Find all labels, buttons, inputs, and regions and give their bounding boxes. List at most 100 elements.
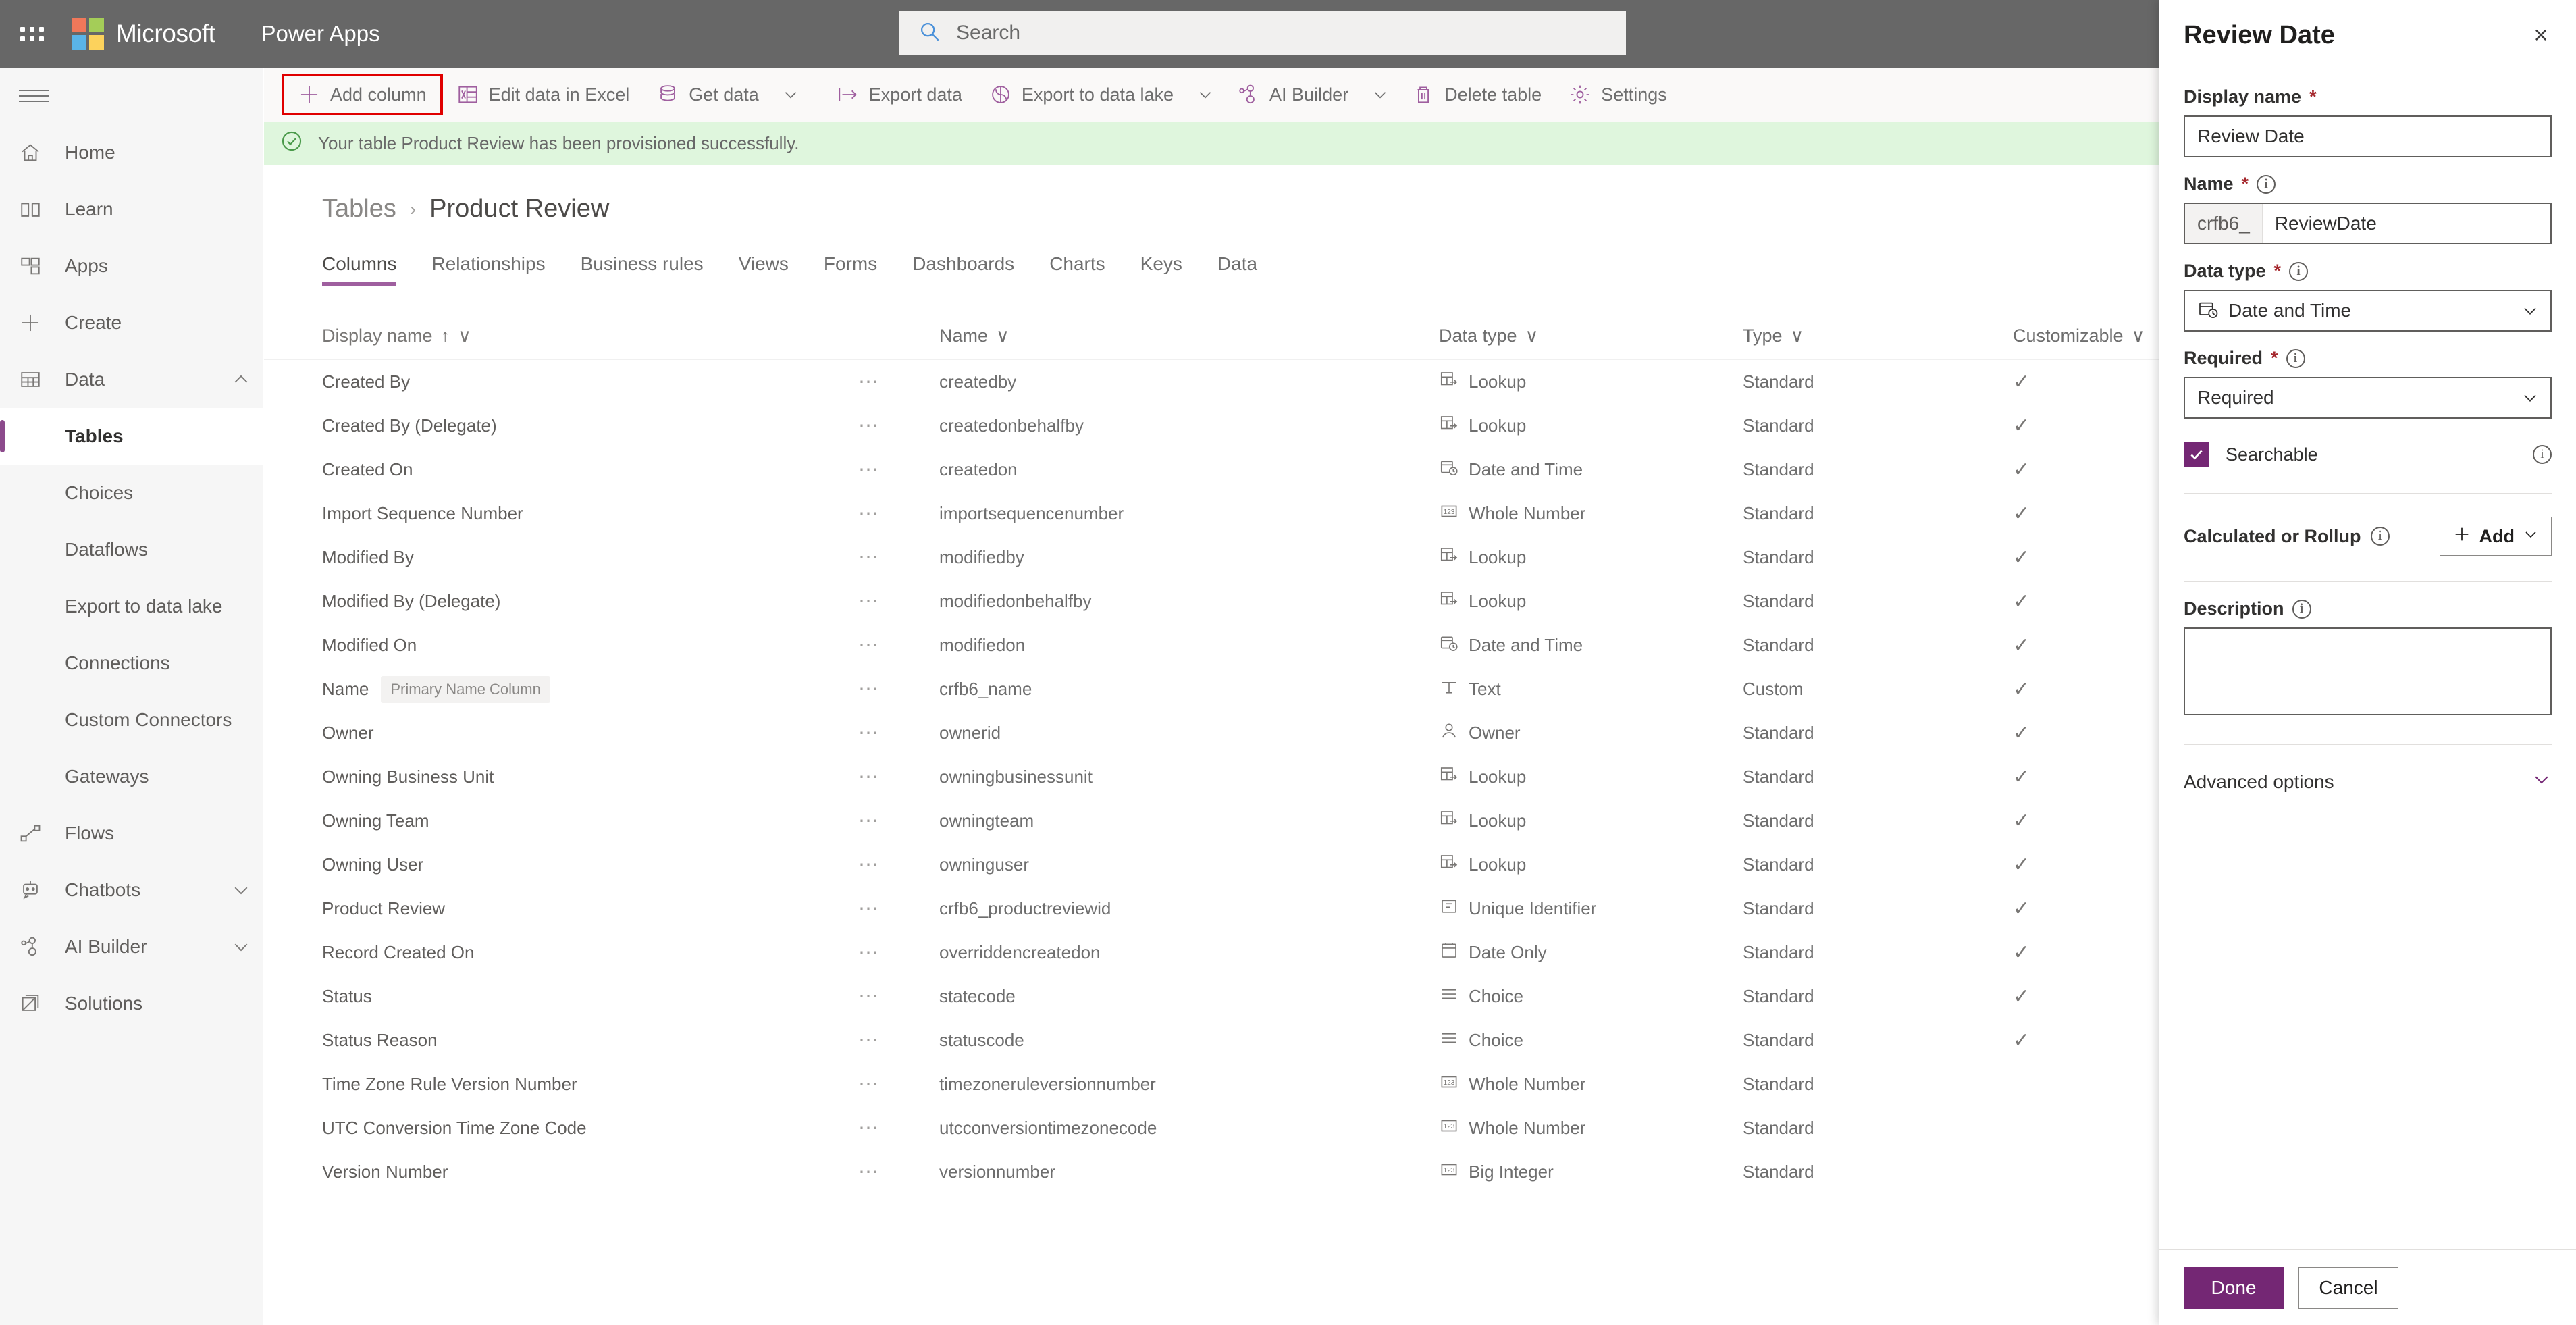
sidebar-item-connections[interactable]: Connections <box>0 635 263 692</box>
row-more-options-icon[interactable]: ⋯ <box>858 941 939 964</box>
sidebar-item-home[interactable]: Home <box>0 124 263 181</box>
done-button[interactable]: Done <box>2184 1266 2284 1309</box>
cell-display-name[interactable]: Time Zone Rule Version Number <box>264 1074 858 1095</box>
app-title[interactable]: Power Apps <box>261 21 379 47</box>
table-row[interactable]: Owner ⋯ ownerid Owner Standard ✓ <box>264 711 2159 755</box>
chevron-down-icon[interactable] <box>2531 769 2552 794</box>
table-row[interactable]: Owning Team ⋯ owningteam Lookup Standard ✓ <box>264 799 2159 843</box>
table-row[interactable]: Name Primary Name Column ⋯ crfb6_name Text Cu… <box>264 667 2159 711</box>
add-calculated-rollup-button[interactable]: Add <box>2439 517 2552 556</box>
row-more-options-icon[interactable]: ⋯ <box>858 546 939 569</box>
row-more-options-icon[interactable]: ⋯ <box>858 897 939 920</box>
row-more-options-icon[interactable]: ⋯ <box>858 721 939 745</box>
sidebar-item-solutions[interactable]: Solutions <box>0 975 263 1032</box>
tab-forms[interactable]: Forms <box>806 253 895 286</box>
cell-display-name[interactable]: Status <box>264 986 858 1007</box>
cell-display-name[interactable]: Record Created On <box>264 942 858 963</box>
sidebar-item-create[interactable]: Create <box>0 294 263 351</box>
tab-charts[interactable]: Charts <box>1032 253 1122 286</box>
add-column-button[interactable]: Add column <box>282 74 443 115</box>
tab-views[interactable]: Views <box>721 253 806 286</box>
row-more-options-icon[interactable]: ⋯ <box>858 1160 939 1184</box>
tab-columns[interactable]: Columns <box>322 253 414 286</box>
table-row[interactable]: Owning User ⋯ owninguser Lookup Standard ✓ <box>264 843 2159 887</box>
global-search[interactable] <box>899 11 1626 55</box>
cell-display-name[interactable]: Modified On <box>264 635 858 656</box>
chevron-down-icon[interactable]: ∨ <box>2132 326 2145 346</box>
row-more-options-icon[interactable]: ⋯ <box>858 809 939 833</box>
searchable-checkbox[interactable] <box>2184 442 2209 467</box>
row-more-options-icon[interactable]: ⋯ <box>858 677 939 701</box>
row-more-options-icon[interactable]: ⋯ <box>858 370 939 394</box>
row-more-options-icon[interactable]: ⋯ <box>858 633 939 657</box>
export-data-button[interactable]: Export data <box>823 74 976 115</box>
info-icon[interactable]: i <box>2286 348 2305 368</box>
sidebar-item-apps[interactable]: Apps <box>0 238 263 294</box>
advanced-options-toggle[interactable]: Advanced options <box>2184 769 2552 794</box>
tab-dashboards[interactable]: Dashboards <box>895 253 1032 286</box>
info-icon[interactable]: i <box>2370 527 2390 546</box>
sidebar-item-flows[interactable]: Flows <box>0 805 263 862</box>
cell-display-name[interactable]: Created By (Delegate) <box>264 415 858 436</box>
header-display-name[interactable]: Display name ↑ ∨ <box>264 326 858 346</box>
cell-display-name[interactable]: Owning User <box>264 854 858 875</box>
chevron-down-icon[interactable]: ∨ <box>996 326 1009 346</box>
search-input[interactable] <box>956 22 1564 45</box>
info-icon[interactable]: i <box>2289 261 2309 281</box>
cell-display-name[interactable]: Owning Team <box>264 810 858 831</box>
name-input[interactable] <box>2262 204 2550 243</box>
table-row[interactable]: Created By ⋯ createdby Lookup Standard ✓ <box>264 360 2159 404</box>
info-icon[interactable]: i <box>2257 174 2276 194</box>
table-row[interactable]: Modified By ⋯ modifiedby Lookup Standard ✓ <box>264 536 2159 579</box>
table-row[interactable]: Status Reason ⋯ statuscode Choice Standard ✓ <box>264 1018 2159 1062</box>
table-row[interactable]: Product Review ⋯ crfb6_productreviewid Uniq… <box>264 887 2159 931</box>
table-row[interactable]: Version Number ⋯ versionnumber 123 Big Integ… <box>264 1150 2159 1194</box>
header-data-type[interactable]: Data type ∨ <box>1439 326 1743 346</box>
table-row[interactable]: Created On ⋯ createdon Date and Time Standar… <box>264 448 2159 492</box>
cell-display-name[interactable]: UTC Conversion Time Zone Code <box>264 1118 858 1139</box>
table-row[interactable]: Import Sequence Number ⋯ importsequencenum… <box>264 492 2159 536</box>
export-to-data-lake-button[interactable]: Export to data lake <box>976 74 1187 115</box>
table-row[interactable]: UTC Conversion Time Zone Code ⋯ utcconvers… <box>264 1106 2159 1150</box>
hamburger-menu-icon[interactable] <box>0 68 263 124</box>
header-type[interactable]: Type ∨ <box>1743 326 2013 346</box>
row-more-options-icon[interactable]: ⋯ <box>858 414 939 438</box>
edit-data-in-excel-button[interactable]: Edit data in Excel <box>443 74 643 115</box>
sidebar-item-ai-builder[interactable]: AI Builder <box>0 918 263 975</box>
chevron-down-icon[interactable] <box>219 937 263 957</box>
tab-keys[interactable]: Keys <box>1123 253 1200 286</box>
sidebar-item-tables[interactable]: Tables <box>0 408 263 465</box>
sidebar-item-gateways[interactable]: Gateways <box>0 748 263 805</box>
data-type-dropdown[interactable]: Date and Time <box>2184 290 2552 332</box>
header-customizable[interactable]: Customizable ∨ <box>2013 326 2145 346</box>
table-row[interactable]: Created By (Delegate) ⋯ createdonbehalfby L… <box>264 404 2159 448</box>
chevron-down-icon[interactable] <box>1187 74 1224 115</box>
table-row[interactable]: Time Zone Rule Version Number ⋯ timezoneru… <box>264 1062 2159 1106</box>
row-more-options-icon[interactable]: ⋯ <box>858 853 939 877</box>
chevron-down-icon[interactable]: ∨ <box>1791 326 1804 346</box>
description-textarea[interactable] <box>2184 627 2552 715</box>
sidebar-item-learn[interactable]: Learn <box>0 181 263 238</box>
row-more-options-icon[interactable]: ⋯ <box>858 590 939 613</box>
display-name-input[interactable] <box>2184 115 2552 157</box>
ai-builder-button[interactable]: AI Builder <box>1224 74 1362 115</box>
row-more-options-icon[interactable]: ⋯ <box>858 1116 939 1140</box>
sidebar-item-choices[interactable]: Choices <box>0 465 263 521</box>
chevron-down-icon[interactable]: ∨ <box>1525 326 1539 346</box>
settings-button[interactable]: Settings <box>1555 74 1681 115</box>
cell-display-name[interactable]: Owner <box>264 723 858 744</box>
cell-display-name[interactable]: Status Reason <box>264 1030 858 1051</box>
cell-display-name[interactable]: Name Primary Name Column <box>264 675 858 703</box>
cell-display-name[interactable]: Import Sequence Number <box>264 503 858 524</box>
cell-display-name[interactable]: Version Number <box>264 1162 858 1183</box>
table-row[interactable]: Modified By (Delegate) ⋯ modifiedonbehalfb… <box>264 579 2159 623</box>
cell-display-name[interactable]: Product Review <box>264 898 858 919</box>
waffle-menu-icon[interactable] <box>9 26 54 41</box>
cancel-button[interactable]: Cancel <box>2298 1266 2398 1309</box>
row-more-options-icon[interactable]: ⋯ <box>858 458 939 482</box>
delete-table-button[interactable]: Delete table <box>1398 74 1555 115</box>
cell-display-name[interactable]: Created By <box>264 371 858 392</box>
sidebar-item-chatbots[interactable]: Chatbots <box>0 862 263 918</box>
chevron-down-icon[interactable] <box>219 880 263 900</box>
sidebar-item-data[interactable]: Data <box>0 351 263 408</box>
